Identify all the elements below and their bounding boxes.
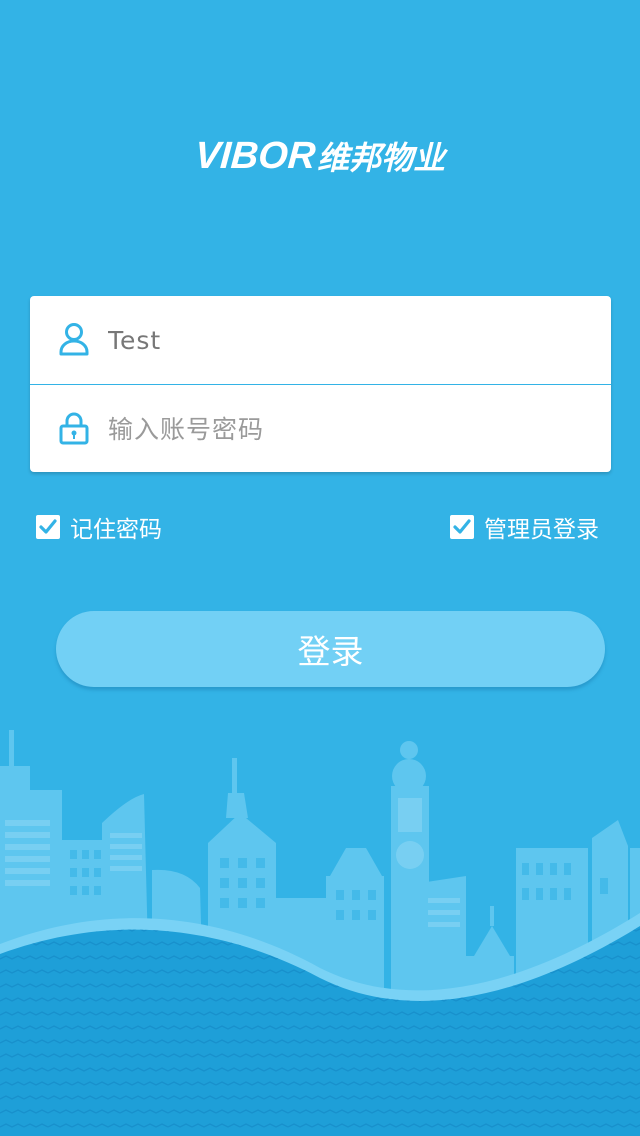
- city-skyline-illustration: [0, 730, 640, 1136]
- brand-name-cjk: 维邦物业: [317, 139, 446, 177]
- login-button[interactable]: 登录: [56, 611, 605, 687]
- brand-name-latin: VIBOR: [193, 134, 317, 177]
- password-input[interactable]: [108, 405, 588, 453]
- login-form: [30, 296, 611, 472]
- username-input[interactable]: [108, 316, 588, 364]
- username-field: [30, 296, 611, 384]
- admin-login-option[interactable]: 管理员登录: [450, 512, 599, 543]
- remember-password-checkbox[interactable]: [36, 515, 60, 539]
- lock-icon: [59, 412, 89, 445]
- brand-logo: VIBOR 维邦物业: [0, 128, 640, 184]
- password-field: [30, 385, 611, 473]
- admin-login-checkbox[interactable]: [450, 515, 474, 539]
- checkmark-icon: [453, 519, 471, 534]
- user-icon: [59, 323, 89, 356]
- remember-password-label: 记住密码: [70, 517, 162, 543]
- admin-login-label: 管理员登录: [484, 517, 599, 543]
- checkmark-icon: [39, 519, 57, 534]
- remember-password-option[interactable]: 记住密码: [36, 512, 162, 543]
